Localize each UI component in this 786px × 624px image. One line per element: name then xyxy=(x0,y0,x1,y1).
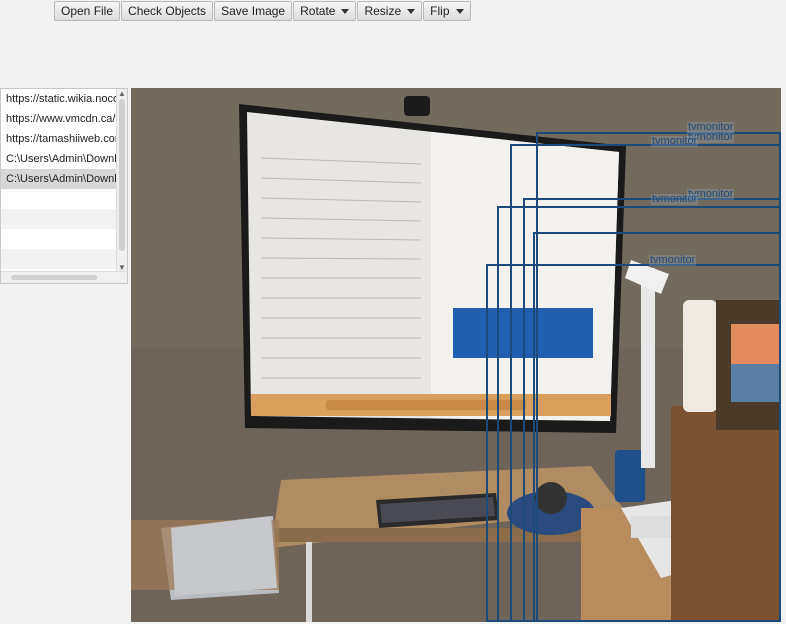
file-list[interactable]: https://static.wikia.nocookie https://ww… xyxy=(0,88,128,284)
flip-dropdown[interactable]: Flip xyxy=(423,1,471,21)
resize-dropdown[interactable]: Resize xyxy=(357,1,423,21)
resize-label: Resize xyxy=(364,4,402,18)
file-list-item[interactable]: https://static.wikia.nocookie xyxy=(1,89,118,109)
detection-label: tvmonitor xyxy=(651,135,699,147)
scroll-up-icon[interactable]: ▲ xyxy=(118,90,126,98)
scroll-thumb[interactable] xyxy=(11,275,97,280)
detection-label: tvmonitor xyxy=(649,254,697,266)
toolbar: Open File Check Objects Save Image Rotat… xyxy=(54,1,471,21)
chevron-down-icon xyxy=(341,8,350,14)
save-image-button[interactable]: Save Image xyxy=(214,1,293,21)
chevron-down-icon xyxy=(407,8,416,14)
detection-box xyxy=(533,232,781,622)
flip-label: Flip xyxy=(430,4,450,18)
vertical-scrollbar[interactable]: ▲ ▼ xyxy=(116,89,127,273)
scroll-thumb[interactable] xyxy=(119,99,125,251)
chevron-down-icon xyxy=(455,8,464,14)
image-canvas: tvmonitor tvmonitor tvmonitor tvmonitor … xyxy=(131,88,781,622)
detection-label: tvmonitor xyxy=(651,193,699,205)
file-list-item[interactable]: C:\Users\Admin\Downloads xyxy=(1,149,118,169)
save-image-label: Save Image xyxy=(221,4,286,18)
empty-row xyxy=(1,229,118,249)
check-objects-label: Check Objects xyxy=(128,4,207,18)
empty-row xyxy=(1,189,118,209)
file-list-item[interactable]: https://tamashiiweb.com xyxy=(1,129,118,149)
empty-row xyxy=(1,209,118,229)
file-list-item[interactable]: https://www.vmcdn.ca/f/ xyxy=(1,109,118,129)
open-file-button[interactable]: Open File xyxy=(54,1,121,21)
open-file-label: Open File xyxy=(61,4,114,18)
rotate-dropdown[interactable]: Rotate xyxy=(293,1,357,21)
rotate-label: Rotate xyxy=(300,4,336,18)
file-list-item-selected[interactable]: C:\Users\Admin\Downloads xyxy=(1,169,118,189)
check-objects-button[interactable]: Check Objects xyxy=(121,1,214,21)
empty-row xyxy=(1,249,118,269)
horizontal-scrollbar[interactable] xyxy=(1,271,127,283)
